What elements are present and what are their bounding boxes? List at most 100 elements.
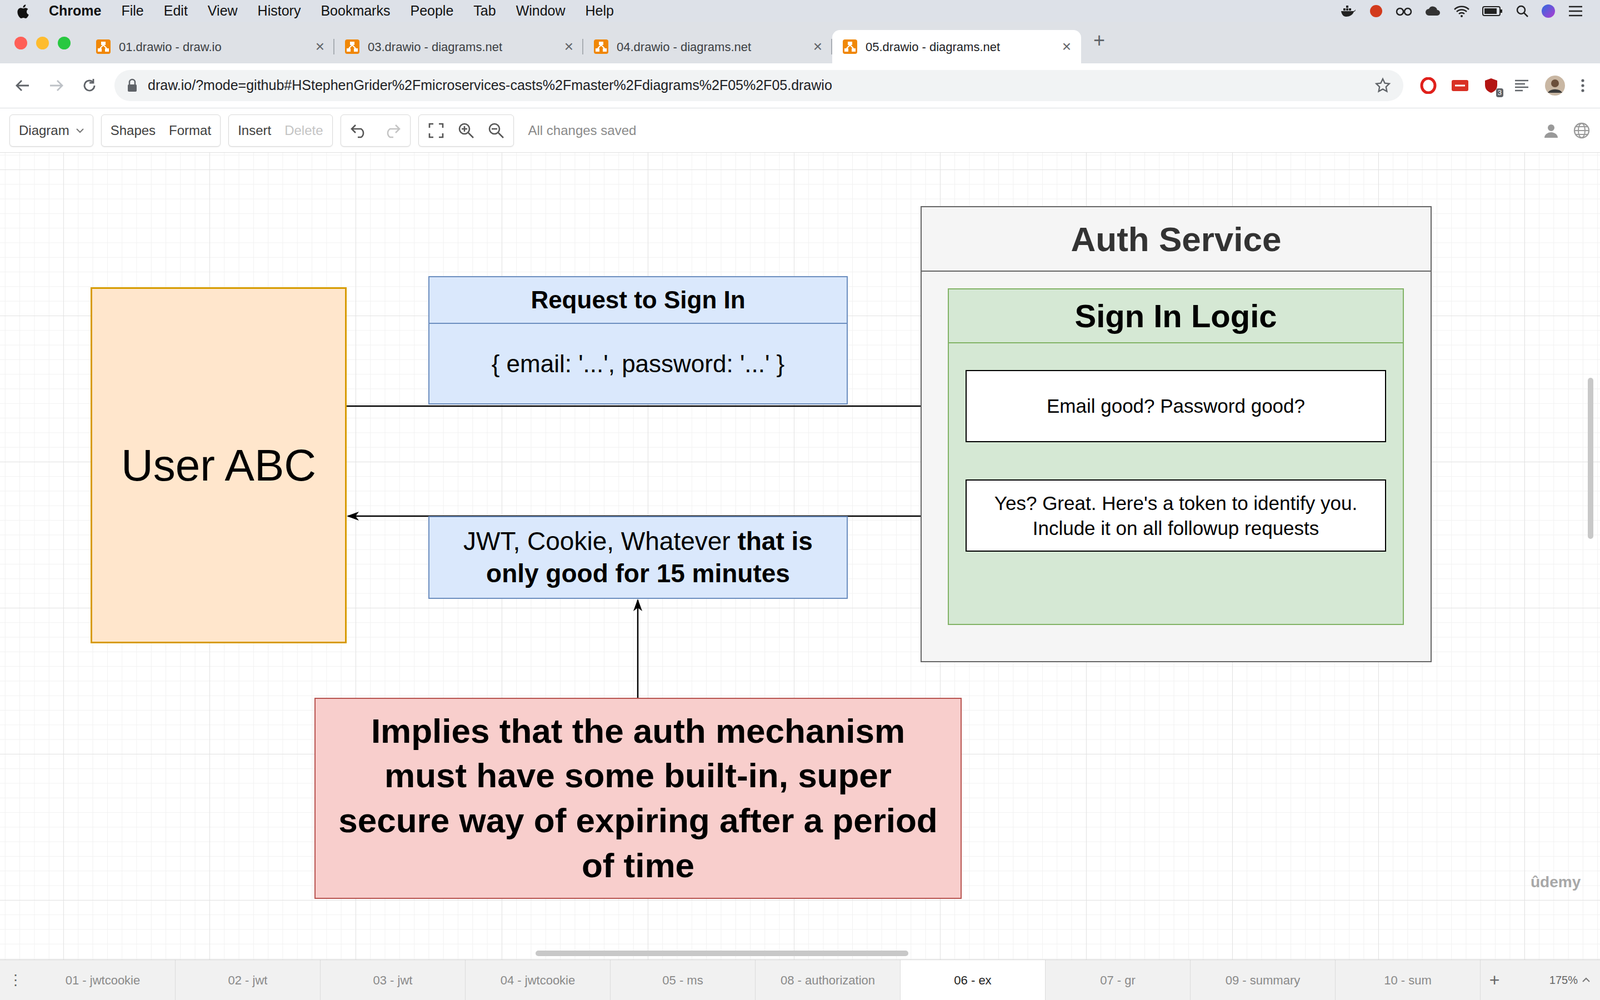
tab-title[interactable]: 03.drawio - diagrams.net [367, 37, 557, 57]
profile-avatar-icon[interactable] [1544, 75, 1566, 97]
request-node[interactable]: Request to Sign In{ email: '...', passwo… [428, 276, 848, 405]
page-tab[interactable]: 02 - jwt [175, 960, 321, 1000]
battery-icon[interactable] [1482, 5, 1504, 17]
zoom-caret-icon[interactable] [1582, 977, 1590, 983]
apple-icon[interactable] [16, 3, 29, 19]
close-window-button[interactable] [14, 36, 28, 50]
status-icons [1340, 3, 1584, 19]
response-node[interactable]: JWT, Cookie, Whatever that is only good … [428, 516, 848, 599]
user-icon[interactable] [1542, 122, 1560, 139]
page-tab-label: 08 - authorization [780, 971, 875, 990]
app-menu[interactable]: Chrome [48, 0, 102, 22]
page-tab-label: 02 - jwt [228, 971, 268, 990]
menu-item[interactable]: Bookmarks [320, 0, 390, 22]
browser-tab[interactable]: 03.drawio - diagrams.net × [334, 30, 584, 64]
app-status-icon[interactable] [1368, 3, 1384, 19]
wifi-icon[interactable] [1453, 4, 1470, 18]
page-tab[interactable]: 04 - jwtcookie [465, 960, 611, 1000]
toolbar-group: Diagram [9, 114, 94, 147]
undo-icon[interactable] [350, 122, 369, 139]
pages-menu-button[interactable]: ⋮ [0, 960, 31, 1000]
sign-in-logic-node[interactable]: Sign In LogicEmail good? Password good?Y… [947, 288, 1404, 625]
extensions: 3 [1420, 75, 1586, 97]
menu-item[interactable]: View [207, 0, 238, 22]
format-button[interactable]: Format [168, 120, 212, 141]
close-tab-button[interactable]: × [813, 38, 823, 55]
browser-tab[interactable]: 05.drawio - diagrams.net × [832, 30, 1082, 64]
page-tab[interactable]: 01 - jwtcookie [30, 960, 176, 1000]
diagram-canvas[interactable]: User ABC Request to Sign In{ email: '...'… [0, 152, 1600, 960]
close-tab-button[interactable]: × [564, 38, 574, 55]
insert-button[interactable]: Insert [237, 120, 272, 141]
zoom-in-icon[interactable] [457, 122, 475, 139]
tab-title[interactable]: 01.drawio - draw.io [118, 37, 308, 57]
menu-item[interactable]: Edit [163, 0, 188, 22]
page-tab-label: 07 - gr [1100, 971, 1136, 990]
new-tab-button[interactable]: + [1081, 30, 1118, 55]
zoom-window-button[interactable] [57, 36, 71, 50]
page-tab[interactable]: 05 - ms [610, 960, 756, 1000]
request-body: { email: '...', password: '...' } [429, 323, 847, 404]
red-extension-icon[interactable] [1451, 78, 1469, 93]
lock-icon[interactable] [126, 78, 138, 93]
vertical-scrollbar[interactable] [1587, 377, 1594, 539]
close-tab-button[interactable]: × [1062, 38, 1072, 55]
opera-extension-icon[interactable] [1420, 77, 1437, 94]
notification-center-icon[interactable] [1567, 5, 1584, 18]
add-page-button[interactable]: + [1480, 960, 1509, 1000]
auth-service-node[interactable]: Auth Service Sign In LogicEmail good? Pas… [920, 206, 1432, 663]
url-text[interactable]: draw.io/?mode=github#HStephenGrider%2Fmi… [147, 75, 1365, 97]
page-tab[interactable]: 07 - gr [1045, 960, 1191, 1000]
shield-extension-icon[interactable]: 3 [1483, 77, 1499, 94]
close-tab-button[interactable]: × [315, 38, 325, 55]
browser-tab[interactable]: 01.drawio - draw.io × [85, 30, 335, 64]
glasses-icon[interactable] [1395, 5, 1413, 17]
auth-service-title: Auth Service [921, 207, 1431, 272]
tab-title[interactable]: 05.drawio - diagrams.net [865, 37, 1055, 57]
cloud-icon[interactable] [1424, 4, 1442, 18]
zoom-value: 175% [1549, 971, 1578, 989]
request-title: Request to Sign In [429, 277, 847, 324]
dropdown-caret-icon[interactable] [76, 127, 84, 134]
menu-item[interactable]: Window [516, 0, 566, 22]
forward-icon[interactable] [47, 77, 65, 94]
browser-tab-strip: 01.drawio - draw.io×03.drawio - diagrams… [0, 22, 1600, 64]
browser-tab[interactable]: 04.drawio - diagrams.net × [583, 30, 833, 64]
bookmark-star-icon[interactable] [1374, 77, 1392, 94]
reload-icon[interactable] [81, 77, 98, 94]
logic-step[interactable]: Yes? Great. Here's a token to identify y… [965, 479, 1387, 552]
page-tab[interactable]: 10 - sum [1335, 960, 1481, 1000]
menu-item[interactable]: People [410, 0, 454, 22]
page-tab[interactable]: 06 - ex [900, 960, 1046, 1000]
language-globe-icon[interactable] [1572, 121, 1591, 140]
siri-icon[interactable] [1541, 3, 1556, 19]
menu-item[interactable]: History [257, 0, 302, 22]
horizontal-scrollbar[interactable] [535, 950, 909, 957]
menu-item[interactable]: Help [585, 0, 614, 22]
diagram-button[interactable]: Diagram [18, 120, 70, 141]
back-icon[interactable] [14, 77, 32, 94]
menu-item[interactable]: Tab [473, 0, 496, 22]
page-tab-label: 10 - sum [1383, 971, 1432, 990]
docker-icon[interactable] [1340, 5, 1357, 18]
note-text: Implies that the auth mechanism must hav… [332, 708, 944, 888]
minimize-window-button[interactable] [36, 36, 49, 50]
reader-extension-icon[interactable] [1513, 78, 1530, 93]
menu-item[interactable]: File [121, 0, 144, 22]
logic-step[interactable]: Email good? Password good? [965, 370, 1387, 443]
omnibox[interactable]: draw.io/?mode=github#HStephenGrider%2Fmi… [114, 70, 1404, 102]
shapes-button[interactable]: Shapes [110, 120, 156, 141]
spotlight-icon[interactable] [1515, 4, 1529, 18]
page-tab[interactable]: 03 - jwt [320, 960, 466, 1000]
tab-title[interactable]: 04.drawio - diagrams.net [616, 37, 806, 57]
fit-page-icon[interactable] [427, 122, 445, 139]
note-node[interactable]: Implies that the auth mechanism must hav… [314, 697, 962, 899]
chrome-menu-icon[interactable] [1580, 77, 1586, 94]
user-node[interactable]: User ABC [90, 287, 347, 644]
zoom-out-icon[interactable] [487, 122, 505, 139]
zoom-dropdown[interactable]: 175% [1549, 960, 1600, 1000]
logic-step-text: Email good? Password good? [1046, 393, 1305, 419]
page-tab-label: 04 - jwtcookie [500, 971, 576, 990]
page-tab[interactable]: 09 - summary [1190, 960, 1336, 1000]
page-tab[interactable]: 08 - authorization [755, 960, 901, 1000]
